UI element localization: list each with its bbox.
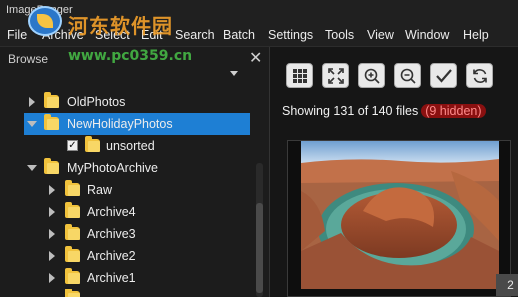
- tree-item-raw[interactable]: Raw: [44, 179, 250, 201]
- folder-icon: [85, 136, 100, 152]
- checkmark-icon: [436, 69, 452, 83]
- refresh-icon: [473, 69, 487, 83]
- folder-icon: [44, 158, 59, 174]
- fit-to-window-button[interactable]: [322, 63, 349, 88]
- hidden-count-badge[interactable]: (9 hidden): [421, 104, 486, 118]
- close-icon[interactable]: ✕: [249, 48, 262, 68]
- zoom-in-icon: [364, 68, 380, 84]
- tree-item-oldphotos[interactable]: OldPhotos: [24, 91, 250, 113]
- scrollbar-thumb[interactable]: [256, 203, 263, 293]
- folder-icon: [65, 246, 80, 262]
- canyon-photo: [301, 141, 499, 289]
- menu-tools[interactable]: Tools: [325, 28, 354, 42]
- watermark-url: www.pc0359.cn: [68, 48, 193, 64]
- menu-batch[interactable]: Batch: [223, 28, 255, 42]
- menu-file[interactable]: File: [7, 28, 27, 42]
- folder-icon: [44, 92, 59, 108]
- image-thumbnail[interactable]: 2: [287, 140, 518, 297]
- tree-item-label: Archive4: [87, 205, 136, 219]
- expand-arrow-icon[interactable]: [49, 251, 55, 261]
- zoom-out-icon: [400, 68, 416, 84]
- zoom-out-button[interactable]: [394, 63, 421, 88]
- tree-item-partial: [44, 289, 250, 297]
- tree-item-unsorted[interactable]: ✓ unsorted: [44, 135, 250, 157]
- menu-window[interactable]: Window: [405, 28, 449, 42]
- tree-item-label: Archive1: [87, 271, 136, 285]
- grid-icon: [293, 69, 307, 83]
- expand-arrow-icon[interactable]: [49, 273, 55, 283]
- file-view-panel: Showing 131 of 140 files (9 hidden) 2: [270, 47, 518, 297]
- folder-icon: [44, 114, 59, 130]
- expand-arrow-icon[interactable]: [49, 185, 55, 195]
- file-count-text: Showing 131 of 140 files: [282, 104, 419, 118]
- menu-help[interactable]: Help: [463, 28, 489, 42]
- watermark-site-name: 河东软件园: [68, 14, 173, 38]
- tree-item-archive4[interactable]: Archive4: [44, 201, 250, 223]
- tree-item-label: NewHolidayPhotos: [67, 117, 173, 131]
- browse-panel-title: Browse: [8, 52, 49, 66]
- expand-arrow-icon[interactable]: [49, 207, 55, 217]
- menu-settings[interactable]: Settings: [268, 28, 313, 42]
- tree-item-archive1[interactable]: Archive1: [44, 267, 250, 289]
- menu-search[interactable]: Search: [175, 28, 215, 42]
- include-checkbox[interactable]: ✓: [67, 140, 78, 151]
- folder-icon: [65, 268, 80, 284]
- grid-view-button[interactable]: [286, 63, 313, 88]
- tree-item-label: MyPhotoArchive: [67, 161, 159, 175]
- accept-button[interactable]: [430, 63, 457, 88]
- collapse-arrow-icon[interactable]: [27, 165, 37, 171]
- zoom-in-button[interactable]: [358, 63, 385, 88]
- fit-icon: [328, 68, 344, 84]
- folder-icon: [65, 224, 80, 240]
- chevron-down-icon[interactable]: [230, 71, 238, 76]
- folder-icon: [65, 289, 80, 297]
- tree-item-newholidayphotos[interactable]: NewHolidayPhotos: [24, 113, 250, 135]
- tree-item-label: Raw: [87, 183, 113, 197]
- tree-item-label: Archive3: [87, 227, 136, 241]
- folder-icon: [65, 202, 80, 218]
- refresh-button[interactable]: [466, 63, 493, 88]
- tree-item-label: unsorted: [106, 139, 155, 153]
- vertical-scrollbar[interactable]: [256, 163, 263, 297]
- collapse-arrow-icon[interactable]: [27, 121, 37, 127]
- tree-item-myphotoarchive[interactable]: MyPhotoArchive: [24, 157, 250, 179]
- menu-view[interactable]: View: [367, 28, 394, 42]
- tree-item-label: Archive2: [87, 249, 136, 263]
- expand-arrow-icon[interactable]: [49, 229, 55, 239]
- tree-item-archive3[interactable]: Archive3: [44, 223, 250, 245]
- file-count-status: Showing 131 of 140 files (9 hidden): [282, 104, 486, 118]
- tree-item-archive2[interactable]: Archive2: [44, 245, 250, 267]
- watermark-logo-icon: [28, 6, 62, 36]
- page-number-badge: 2: [496, 274, 518, 296]
- folder-icon: [65, 180, 80, 196]
- browse-panel: Browse ✕ OldPhotos NewHolidayPhotos ✓ un…: [0, 47, 270, 297]
- expand-arrow-icon[interactable]: [29, 97, 35, 107]
- tree-item-label: OldPhotos: [67, 95, 126, 109]
